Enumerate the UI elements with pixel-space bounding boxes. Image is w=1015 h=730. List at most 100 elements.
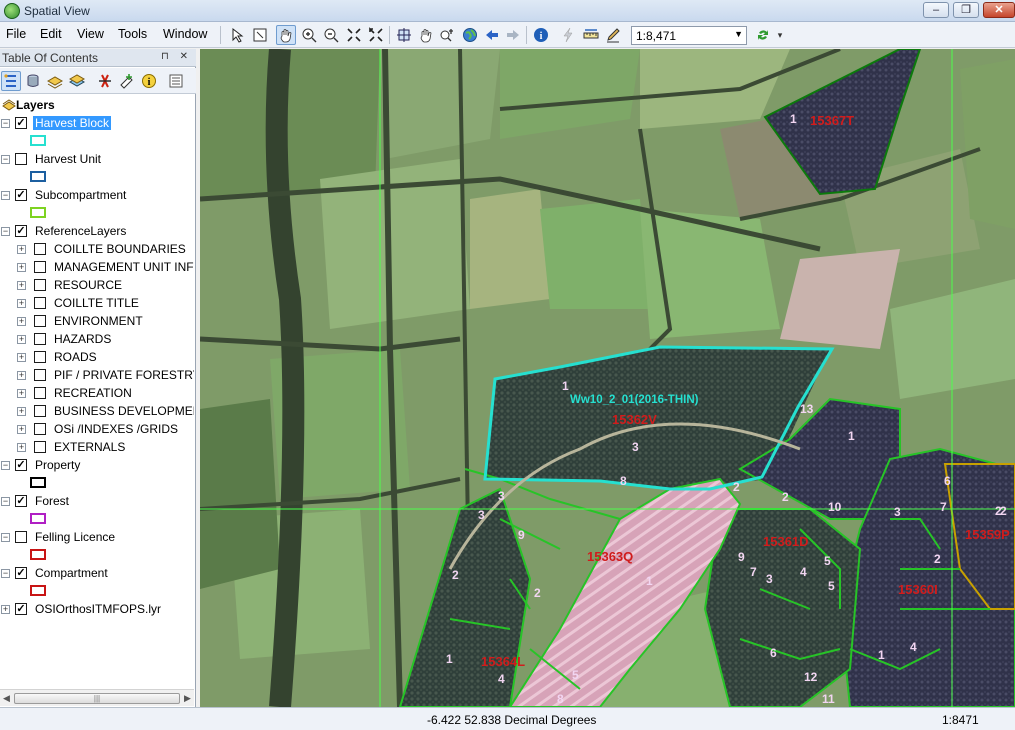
layer-label[interactable]: ReferenceLayers — [35, 224, 126, 238]
layer-visibility-checkbox[interactable] — [34, 297, 46, 309]
globe-icon[interactable] — [460, 25, 480, 45]
expander-icon[interactable]: − — [1, 227, 10, 236]
group-layer-label[interactable]: RECREATION — [54, 386, 132, 400]
zoom-out-icon[interactable] — [321, 25, 341, 45]
layer-visibility-checkbox[interactable]: ✓ — [15, 117, 27, 129]
layer-label[interactable]: Subcompartment — [35, 188, 126, 202]
pan-hand-icon[interactable] — [416, 25, 436, 45]
expander-icon[interactable]: + — [17, 263, 26, 272]
group-layer-label[interactable]: ENVIRONMENT — [54, 314, 143, 328]
layer-label[interactable]: Property — [35, 458, 80, 472]
group-layer-label[interactable]: OSi /INDEXES /GRIDS — [54, 422, 178, 436]
group-layer-label[interactable]: ROADS — [54, 350, 97, 364]
toolbar-overflow-icon[interactable]: ▾ — [774, 25, 786, 45]
expander-icon[interactable]: − — [1, 497, 10, 506]
layer-visibility-checkbox[interactable] — [34, 261, 46, 273]
group-layer-label[interactable]: MANAGEMENT UNIT INFO — [54, 260, 194, 274]
group-layer-label[interactable]: COILLTE BOUNDARIES — [54, 242, 186, 256]
toc-pin-close-icons[interactable]: ⊓ ✕ — [161, 51, 192, 62]
list-by-selection-icon[interactable] — [67, 71, 87, 91]
layer-visibility-checkbox[interactable]: ✓ — [15, 189, 27, 201]
list-by-visibility-icon[interactable] — [45, 71, 65, 91]
layer-visibility-checkbox[interactable] — [34, 351, 46, 363]
expander-icon[interactable]: + — [17, 245, 26, 254]
expander-icon[interactable]: + — [17, 443, 26, 452]
scroll-thumb[interactable]: ||| — [14, 693, 180, 704]
expander-icon[interactable]: + — [1, 605, 10, 614]
layer-visibility-checkbox[interactable]: ✓ — [15, 459, 27, 471]
group-layer-label[interactable]: EXTERNALS — [54, 440, 125, 454]
fixed-zoom-out-icon[interactable] — [366, 25, 386, 45]
scroll-left-icon[interactable]: ◀ — [3, 693, 10, 704]
layer-label[interactable]: Compartment — [35, 566, 108, 580]
layer-visibility-checkbox[interactable]: ✓ — [15, 495, 27, 507]
menu-edit[interactable]: Edit — [40, 27, 62, 41]
refresh-icon[interactable] — [753, 25, 773, 45]
pencil-icon[interactable] — [603, 25, 623, 45]
full-extent-icon[interactable] — [394, 25, 414, 45]
expander-icon[interactable]: + — [17, 389, 26, 398]
list-by-drawing-order-icon[interactable] — [1, 71, 21, 91]
group-layer-label[interactable]: HAZARDS — [54, 332, 111, 346]
maximize-button[interactable]: ❐ — [953, 2, 979, 18]
expander-icon[interactable]: + — [17, 425, 26, 434]
layer-visibility-checkbox[interactable]: ✓ — [15, 567, 27, 579]
group-layer-label[interactable]: PIF / PRIVATE FORESTRY — [54, 368, 194, 382]
expander-icon[interactable]: − — [1, 533, 10, 542]
layer-visibility-checkbox[interactable] — [34, 279, 46, 291]
group-layer-label[interactable]: BUSINESS DEVELOPMENT — [54, 404, 194, 418]
expander-icon[interactable]: + — [17, 407, 26, 416]
chevron-down-icon[interactable]: ▼ — [734, 29, 743, 39]
identify-frame-icon[interactable] — [250, 25, 270, 45]
expander-icon[interactable]: − — [1, 119, 10, 128]
fixed-zoom-in-icon[interactable] — [344, 25, 364, 45]
find-icon[interactable] — [437, 25, 457, 45]
layer-visibility-checkbox[interactable] — [34, 405, 46, 417]
layer-visibility-checkbox[interactable] — [34, 243, 46, 255]
pointer-toggle-icon[interactable] — [95, 71, 115, 91]
menu-file[interactable]: File — [6, 27, 26, 41]
back-arrow-icon[interactable] — [482, 25, 502, 45]
expander-icon[interactable]: + — [17, 317, 26, 326]
layer-visibility-checkbox[interactable] — [34, 369, 46, 381]
info-icon[interactable]: i — [531, 25, 551, 45]
group-layer-label[interactable]: COILLTE TITLE — [54, 296, 139, 310]
layer-visibility-checkbox[interactable] — [34, 441, 46, 453]
measure-icon[interactable] — [581, 25, 601, 45]
select-elements-icon[interactable] — [228, 25, 248, 45]
layer-label[interactable]: Felling Licence — [35, 530, 115, 544]
layer-visibility-checkbox[interactable] — [34, 387, 46, 399]
options-icon[interactable] — [166, 71, 186, 91]
close-button[interactable]: ✕ — [983, 2, 1015, 18]
pan-icon[interactable] — [276, 25, 296, 45]
layer-visibility-checkbox[interactable] — [34, 333, 46, 345]
expander-icon[interactable]: − — [1, 461, 10, 470]
toc-horizontal-scrollbar[interactable]: ◀ ||| ▶ — [0, 689, 194, 706]
minimize-button[interactable]: – — [923, 2, 949, 18]
list-by-source-icon[interactable] — [23, 71, 43, 91]
expander-icon[interactable]: − — [1, 191, 10, 200]
menu-window[interactable]: Window — [163, 27, 207, 41]
layer-label[interactable]: Harvest Block — [33, 116, 112, 130]
expander-icon[interactable]: − — [1, 155, 10, 164]
layer-label[interactable]: OSIOrthosITMFOPS.lyr — [35, 602, 161, 616]
layer-visibility-checkbox[interactable] — [15, 153, 27, 165]
lightning-icon[interactable] — [558, 25, 578, 45]
expander-icon[interactable]: + — [17, 281, 26, 290]
layer-visibility-checkbox[interactable]: ✓ — [15, 603, 27, 615]
layer-label[interactable]: Harvest Unit — [35, 152, 101, 166]
expander-icon[interactable]: + — [17, 371, 26, 380]
layer-label[interactable]: Forest — [35, 494, 69, 508]
scroll-right-icon[interactable]: ▶ — [184, 693, 191, 704]
layer-visibility-checkbox[interactable] — [34, 315, 46, 327]
layer-info-icon[interactable]: i — [139, 71, 159, 91]
expander-icon[interactable]: + — [17, 299, 26, 308]
expander-icon[interactable]: + — [17, 335, 26, 344]
group-layer-label[interactable]: RESOURCE — [54, 278, 122, 292]
expander-icon[interactable]: − — [1, 569, 10, 578]
add-layer-icon[interactable] — [117, 71, 137, 91]
forward-arrow-icon[interactable] — [503, 25, 523, 45]
layer-visibility-checkbox[interactable] — [34, 423, 46, 435]
menu-tools[interactable]: Tools — [118, 27, 147, 41]
scale-combo[interactable]: 1:8,471 ▼ — [631, 26, 747, 45]
